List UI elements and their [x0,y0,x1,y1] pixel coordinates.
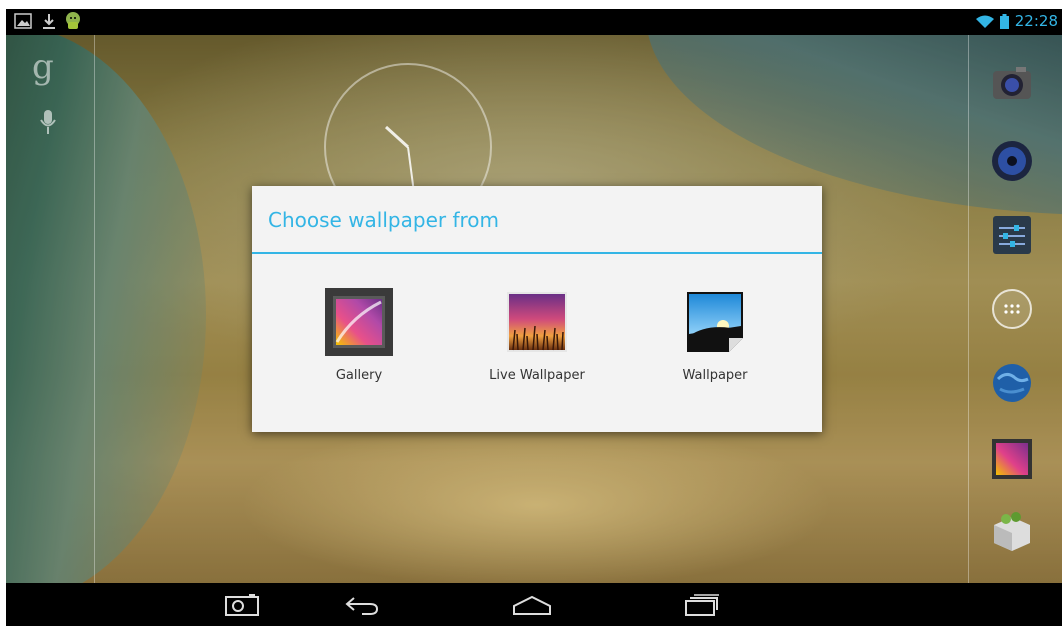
settings-icon[interactable] [990,213,1034,257]
music-icon[interactable] [990,139,1034,183]
option-label: Live Wallpaper [489,368,585,383]
voice-search-icon[interactable] [40,109,56,139]
navigation-bar [6,583,1062,626]
android-screen: 22:28 g Choose wallpaper from Gallery Li… [6,9,1062,626]
dialog-title: Choose wallpaper from [268,208,499,232]
battery-icon [1000,14,1009,33]
back-icon[interactable] [322,583,402,626]
wallpaper-icon [679,286,751,358]
gallery-icon [323,286,395,358]
status-bar: 22:28 [6,9,1062,35]
option-label: Gallery [335,368,383,383]
option-live-wallpaper[interactable]: Live Wallpaper [462,286,612,396]
option-label: Wallpaper [682,368,748,383]
download-icon [42,13,56,33]
camera-icon[interactable] [990,63,1034,107]
recent-apps-icon[interactable] [662,583,742,626]
dialog-title-divider [252,252,822,254]
choose-wallpaper-dialog: Choose wallpaper from Gallery Live Wallp… [252,186,822,432]
app-market-icon[interactable] [990,509,1034,553]
google-search-icon[interactable]: g [32,47,54,87]
android-icon [64,11,82,35]
live-wallpaper-icon [501,286,573,358]
option-wallpaper[interactable]: Wallpaper [640,286,790,396]
home-icon[interactable] [492,583,572,626]
option-gallery[interactable]: Gallery [284,286,434,396]
gallery-icon[interactable] [990,437,1034,481]
browser-icon[interactable] [990,361,1034,405]
gallery-notification-icon [14,13,32,33]
wifi-icon [976,14,994,33]
panel-divider-left [94,35,95,583]
panel-divider-right [968,35,969,583]
status-clock: 22:28 [1014,12,1058,30]
screenshot-icon[interactable] [202,583,282,626]
all-apps-icon[interactable] [990,287,1034,331]
